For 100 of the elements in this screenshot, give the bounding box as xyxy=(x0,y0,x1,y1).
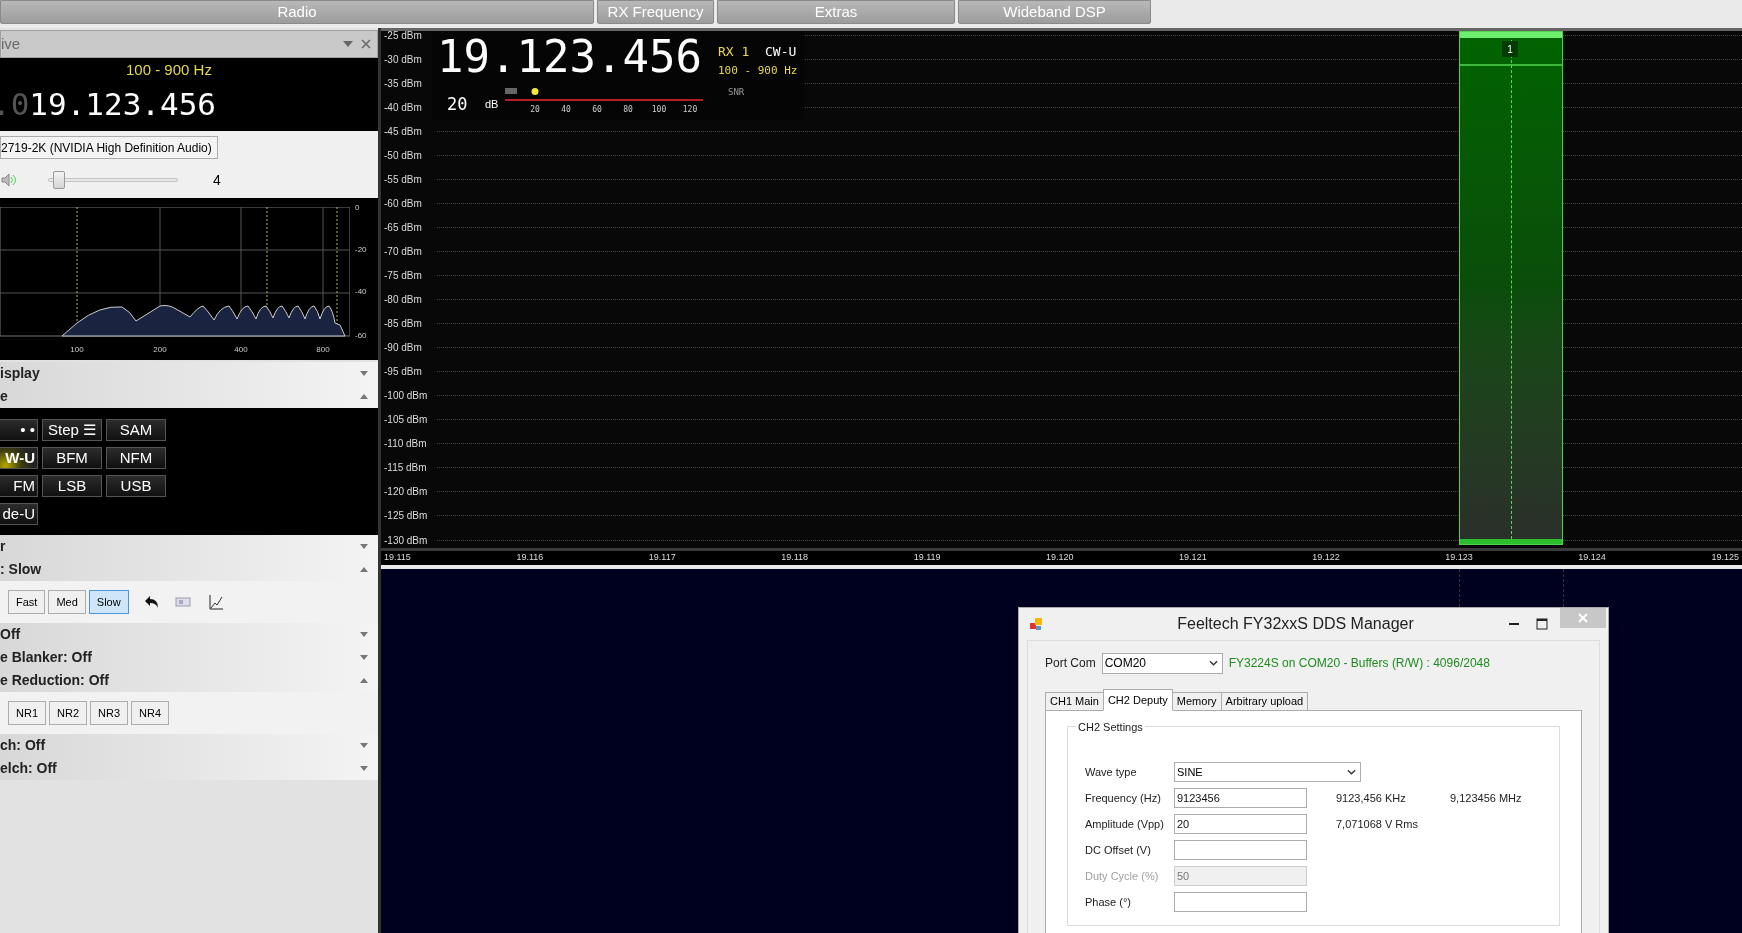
filter-passband[interactable]: 1 xyxy=(1459,31,1563,545)
mode-button[interactable]: BFM xyxy=(42,447,102,469)
filter-range: 100 - 900 Hz xyxy=(718,63,798,79)
dbm-label: -110 dBm xyxy=(383,437,428,452)
close-icon xyxy=(361,39,371,49)
frequency-tick-label: 19.122 xyxy=(1312,551,1340,565)
undo-icon xyxy=(143,595,160,609)
scale-label: 120 xyxy=(682,104,698,116)
meter-peak xyxy=(505,88,517,94)
section-header[interactable]: isplay xyxy=(0,362,378,385)
app-icon xyxy=(1029,617,1043,631)
section-header[interactable]: e Blanker: Off xyxy=(0,646,378,669)
frequency-tick-label: 19.119 xyxy=(913,551,941,565)
minimize-icon xyxy=(1508,623,1520,625)
snr-unit: dB xyxy=(485,97,499,112)
mode-button[interactable]: de-U xyxy=(0,503,38,525)
dbm-label: -90 dBm xyxy=(383,341,423,356)
scale-label: 20 xyxy=(530,104,540,116)
mode-button[interactable]: NFM xyxy=(106,447,166,469)
field-label: DC Offset (V) xyxy=(1085,842,1152,858)
mode-button[interactable]: W-U xyxy=(0,447,38,469)
frequency-tick-label: 19.115 xyxy=(384,551,411,565)
mode-button[interactable]: • • xyxy=(0,419,38,441)
mode-button[interactable]: FM xyxy=(0,475,38,497)
dbm-label: -85 dBm xyxy=(383,317,423,332)
value-readout: 9123,456 KHz xyxy=(1336,790,1407,806)
toggle-button[interactable]: NR3 xyxy=(90,701,129,725)
toggle-button[interactable]: NR1 xyxy=(8,701,46,725)
section-header[interactable]: ch: Off xyxy=(0,734,378,757)
frequency-tick-label: 19.121 xyxy=(1179,551,1207,565)
field-label: Port Com xyxy=(1045,655,1096,672)
slider-thumb[interactable] xyxy=(53,171,66,189)
dbm-label: -100 dBm xyxy=(383,389,429,404)
axis-label: 0 xyxy=(355,202,360,214)
close-button[interactable] xyxy=(1560,608,1606,628)
frequency-tick-label: 19.124 xyxy=(1578,551,1606,565)
port-dropdown[interactable]: COM20 xyxy=(1101,652,1223,674)
field-label: Frequency (Hz) xyxy=(1085,790,1162,806)
section-header[interactable]: elch: Off xyxy=(0,757,378,780)
input-field[interactable]: 9123456 xyxy=(1174,788,1307,808)
mode-button[interactable]: LSB xyxy=(42,475,102,497)
toggle-button[interactable]: NR4 xyxy=(131,701,170,725)
tab[interactable]: CH2 Deputy xyxy=(1102,689,1173,711)
input-field[interactable]: 20 xyxy=(1174,814,1307,834)
panel-title: ive xyxy=(1,33,22,54)
section-header[interactable]: r xyxy=(0,535,378,558)
section-title: : Slow xyxy=(0,560,43,579)
toggle-button[interactable]: Med xyxy=(48,590,86,614)
axis-label: 400 xyxy=(234,344,248,356)
toggle-button[interactable]: Slow xyxy=(88,590,129,614)
scale-label: 100 xyxy=(651,104,667,116)
dbm-label: -35 dBm xyxy=(383,76,423,91)
value-readout: 9,123456 MHz xyxy=(1450,790,1522,806)
section-header[interactable]: e Reduction: Off xyxy=(0,669,378,692)
dbm-label: -95 dBm xyxy=(383,365,423,380)
frequency-tick-label: 19.120 xyxy=(1046,551,1074,565)
frequency-display: 19.123.456 xyxy=(437,31,702,84)
dbm-label: -65 dBm xyxy=(383,220,423,235)
chevron-down-icon xyxy=(1208,660,1218,666)
input-field[interactable] xyxy=(1174,840,1307,860)
section-title: e Reduction: Off xyxy=(0,671,110,690)
toggle-button[interactable]: NR2 xyxy=(49,701,88,725)
window-title: Feeltech FY32xxS DDS Manager xyxy=(1176,614,1415,634)
section-header[interactable]: : Slow xyxy=(0,558,378,581)
input-field[interactable] xyxy=(1174,892,1307,912)
axis-label: -40 xyxy=(355,286,367,298)
wave-type-dropdown[interactable]: SINE xyxy=(1174,762,1361,782)
frequency-display: .019.123.456 xyxy=(0,85,217,124)
maximize-icon xyxy=(1536,618,1548,630)
dbm-label: -25 dBm xyxy=(383,31,423,43)
axis-label: -60 xyxy=(355,330,367,342)
field-label: Duty Cycle (%) xyxy=(1085,868,1160,884)
dbm-label: -130 dBm xyxy=(383,533,429,548)
dbm-label: -30 dBm xyxy=(383,52,423,67)
tab[interactable]: CH1 Main xyxy=(1045,692,1104,711)
section-header[interactable]: e xyxy=(0,385,378,408)
scale-label: 80 xyxy=(623,104,633,116)
volume-value: 4 xyxy=(213,170,221,190)
mode-button[interactable]: SAM xyxy=(106,419,166,441)
section-title: elch: Off xyxy=(0,759,58,778)
value-readout: 7,071068 V Rms xyxy=(1336,816,1419,832)
field-label: Amplitude (Vpp) xyxy=(1085,816,1165,832)
audio-device-dropdown[interactable]: 2719-2K (NVIDIA High Definition Audio) xyxy=(0,136,218,159)
frequency-tick-label: 19.116 xyxy=(516,551,544,565)
dbm-label: -105 dBm xyxy=(383,413,429,428)
section-title: e xyxy=(0,387,9,406)
axis-label: 100 xyxy=(70,344,84,356)
filter-marker: 1 xyxy=(1502,41,1518,57)
volume-slider[interactable] xyxy=(48,171,178,189)
close-icon xyxy=(1578,613,1588,623)
toggle-button[interactable]: Fast xyxy=(8,590,46,614)
chevron-down-icon xyxy=(1347,769,1356,775)
section-header[interactable]: Off xyxy=(0,623,378,646)
dbm-label: -45 dBm xyxy=(383,124,423,139)
section-title: Off xyxy=(0,625,22,644)
mode-button[interactable]: Step ☰ xyxy=(42,419,102,441)
dbm-label: -70 dBm xyxy=(383,244,423,259)
mode-button[interactable]: USB xyxy=(106,475,166,497)
mode-label: CW-U xyxy=(765,43,797,61)
dbm-label: -125 dBm xyxy=(383,509,429,524)
